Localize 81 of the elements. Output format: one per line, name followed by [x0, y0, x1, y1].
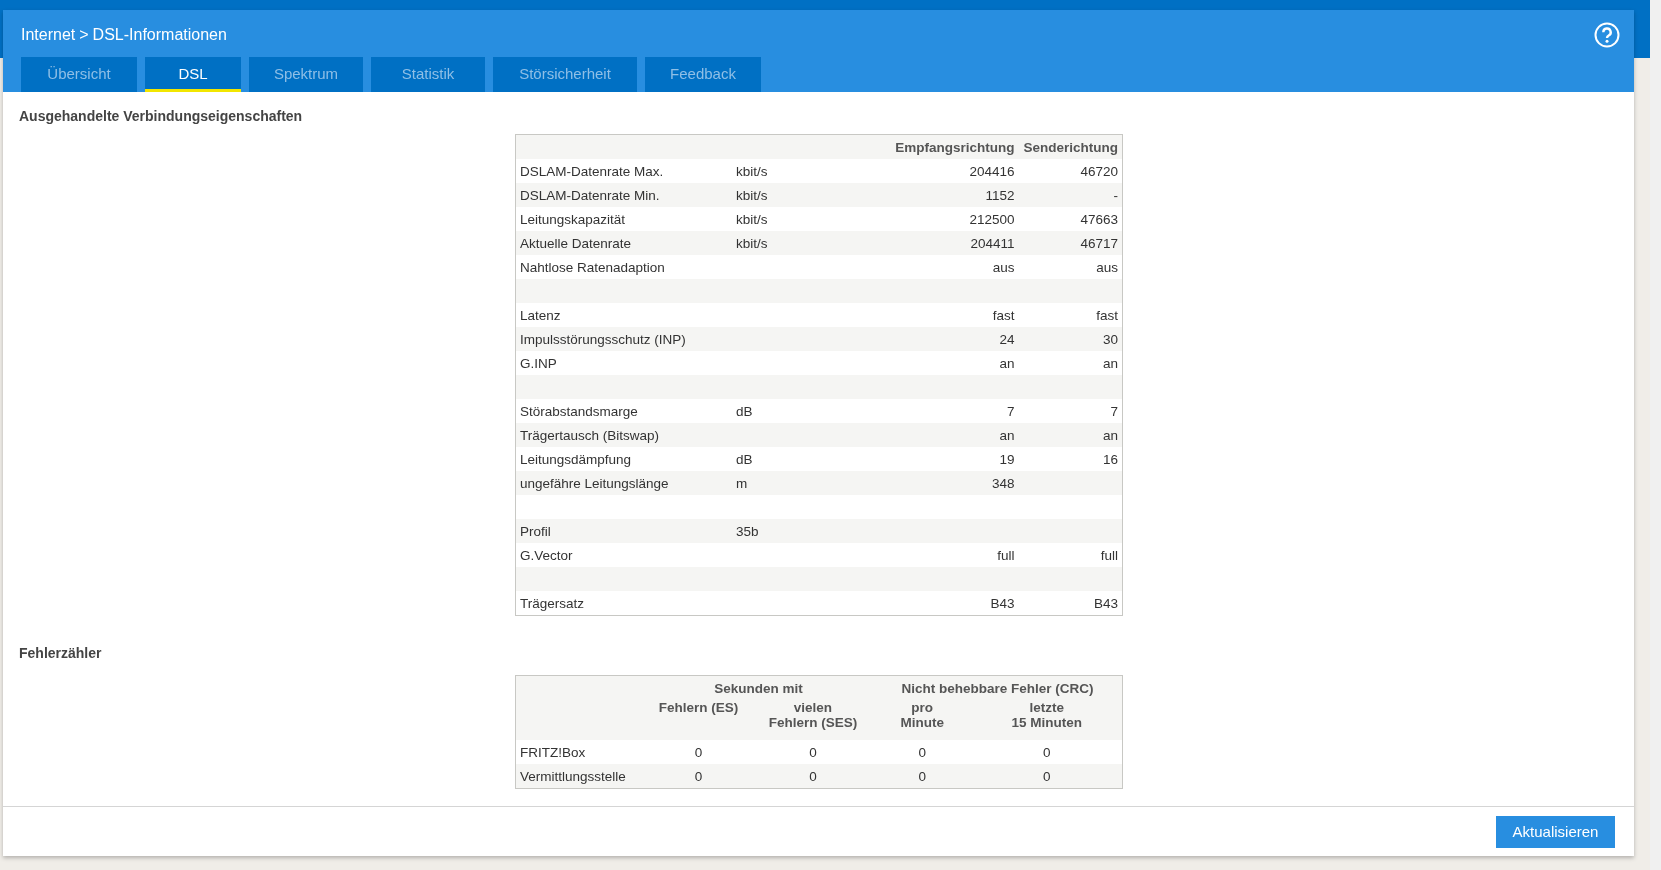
table-cell: an — [1102, 355, 1118, 371]
table-cell: 30 — [1102, 331, 1118, 347]
row-label: Störabstandsmarge — [520, 403, 638, 419]
section-heading: Fehlerzähler — [19, 644, 103, 663]
table-cell: 46717 — [1080, 235, 1118, 251]
table-cell: - — [1113, 187, 1118, 203]
table-cell: 348 — [991, 475, 1015, 491]
row-label: Impulsstörungsschutz (INP) — [520, 331, 686, 347]
column-header: pro Minute — [900, 700, 944, 730]
row-label: ungefähre Leitungslänge — [520, 475, 669, 491]
table-cell: an — [999, 427, 1015, 443]
table-cell: 0 — [809, 744, 817, 760]
table-cell: 16 — [1102, 451, 1118, 467]
row-label: Leitungskapazität — [520, 211, 626, 227]
table-cell: 204411 — [970, 235, 1015, 251]
table-cell: full — [997, 547, 1015, 563]
unit-cell: dB — [736, 403, 753, 419]
column-header: vielen Fehlern (SES) — [768, 700, 858, 730]
tab[interactable]: Übersicht — [21, 57, 137, 92]
table-cell: 0 — [918, 768, 926, 784]
table-cell: B43 — [1093, 595, 1118, 611]
row-label: Nahtlose Ratenadaption — [520, 259, 665, 275]
unit-cell: kbit/s — [736, 235, 768, 251]
unit-cell: 35b — [736, 523, 759, 539]
table-cell: 1152 — [985, 187, 1015, 203]
column-header: Senderichtung — [1018, 134, 1123, 159]
breadcrumb-separator: > — [79, 25, 89, 44]
row-label: Leitungsdämpfung — [520, 451, 632, 467]
table-cell: 0 — [918, 744, 926, 760]
table-cell: 0 — [1042, 768, 1051, 784]
table-cell: 212500 — [969, 211, 1015, 227]
table-cell: an — [1102, 427, 1118, 443]
column-group-header: Sekunden mit — [714, 680, 803, 696]
row-label: Latenz — [520, 307, 561, 323]
table-cell: aus — [992, 259, 1015, 275]
row-label: Trägertausch (Bitswap) — [520, 427, 660, 443]
column-header: Empfangsrichtung — [890, 134, 1019, 159]
unit-cell: kbit/s — [736, 187, 768, 203]
tab[interactable]: Störsicherheit — [493, 57, 637, 92]
tab[interactable]: Spektrum — [249, 57, 363, 92]
section-heading: Ausgehandelte Verbindungseigenschaften — [19, 107, 304, 126]
column-header: Fehlern (ES) — [658, 700, 739, 715]
table-cell: 46720 — [1080, 163, 1118, 179]
column-header: letzte 15 Minuten — [1011, 700, 1082, 730]
table-cell: 0 — [694, 744, 703, 760]
row-label: FRITZ!Box — [520, 744, 586, 760]
table-cell: 7 — [1006, 403, 1015, 419]
help-icon[interactable] — [1594, 21, 1620, 48]
tab[interactable]: Feedback — [645, 57, 761, 92]
row-label: G.INP — [520, 355, 557, 371]
row-label: Trägersatz — [520, 595, 585, 611]
table-cell: fast — [1096, 307, 1118, 323]
table-cell: 47663 — [1080, 211, 1118, 227]
unit-cell: kbit/s — [736, 163, 768, 179]
row-label: Profil — [520, 523, 551, 539]
unit-cell: m — [736, 475, 748, 491]
table-cell: aus — [1096, 259, 1118, 275]
table-cell: 0 — [1042, 744, 1051, 760]
tab[interactable]: Statistik — [371, 57, 485, 92]
table-cell: 7 — [1110, 403, 1118, 419]
row-label: DSLAM-Datenrate Max. — [520, 163, 664, 179]
tab[interactable]: DSL — [145, 57, 241, 92]
unit-cell: kbit/s — [736, 211, 768, 227]
row-label: Aktuelle Datenrate — [520, 235, 632, 251]
table-cell: an — [999, 355, 1015, 371]
table-cell: 0 — [694, 768, 703, 784]
row-label: DSLAM-Datenrate Min. — [520, 187, 660, 203]
breadcrumb-link[interactable]: Internet — [21, 25, 76, 44]
table-cell: fast — [992, 307, 1015, 323]
column-group-header: Nicht behebbare Fehler (CRC) — [901, 680, 1094, 696]
table-cell: 204416 — [969, 163, 1015, 179]
unit-cell: dB — [736, 451, 753, 467]
refresh-button[interactable]: Aktualisieren — [1496, 815, 1615, 848]
row-label: Vermittlungsstelle — [520, 768, 626, 784]
table-cell: 24 — [999, 331, 1015, 347]
page-title: DSL-Informationen — [92, 25, 227, 44]
table-cell: 19 — [999, 451, 1015, 467]
table-cell: 0 — [809, 768, 817, 784]
row-label: G.Vector — [520, 547, 573, 563]
table-cell: B43 — [990, 595, 1015, 611]
table-cell: full — [1100, 547, 1118, 563]
